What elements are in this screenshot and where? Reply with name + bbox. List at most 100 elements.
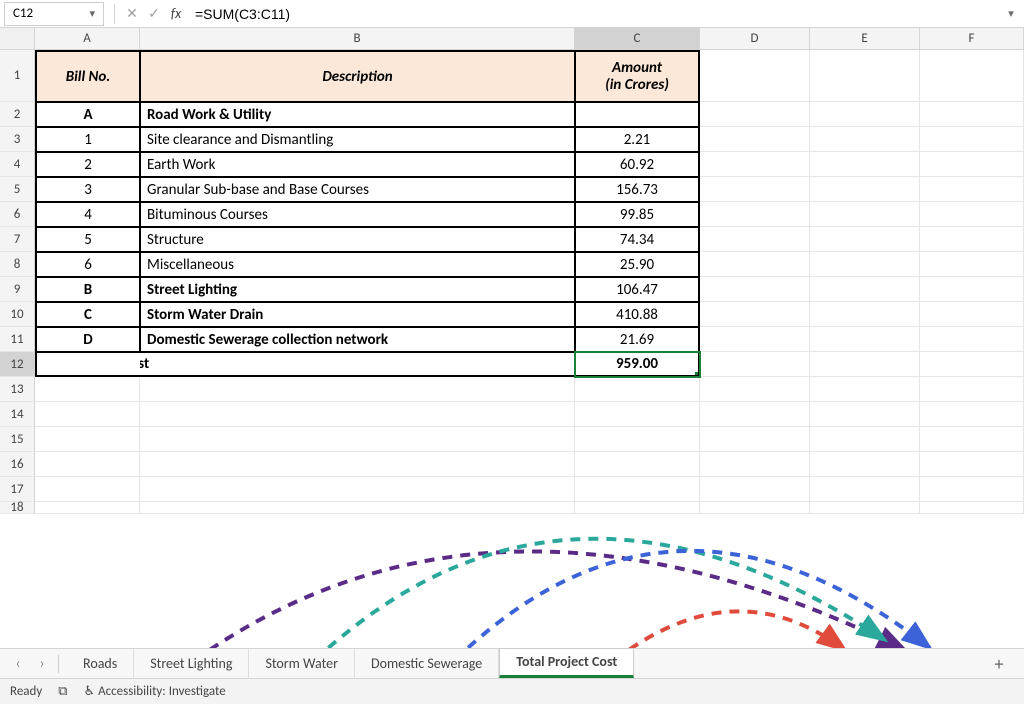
cell[interactable] [35,427,140,452]
cell[interactable]: Site clearance and Dismantling [140,127,575,152]
col-header-D[interactable]: D [700,28,810,49]
cell-A12[interactable] [35,352,140,377]
row-header[interactable]: 10 [0,302,35,327]
cell[interactable] [810,302,920,327]
cell[interactable] [140,402,575,427]
row-header[interactable]: 6 [0,202,35,227]
cell[interactable] [700,50,810,102]
cell[interactable] [140,377,575,402]
row-header[interactable]: 3 [0,127,35,152]
row-header[interactable]: 8 [0,252,35,277]
cell[interactable] [810,502,920,514]
cell[interactable] [700,502,810,514]
cell[interactable] [575,402,700,427]
cell[interactable] [920,102,1024,127]
cell[interactable] [575,102,700,127]
cell[interactable] [575,477,700,502]
cell[interactable] [810,402,920,427]
cell[interactable] [700,252,810,277]
row-header[interactable]: 12 [0,352,35,377]
cell[interactable]: Road Work & Utility [140,102,575,127]
cell[interactable] [140,452,575,477]
select-all-corner[interactable] [0,28,35,49]
cell[interactable]: Storm Water Drain [140,302,575,327]
cell[interactable]: 60.92 [575,152,700,177]
macro-icon[interactable]: ⧉ [58,684,67,699]
cell[interactable]: 410.88 [575,302,700,327]
row-header[interactable]: 9 [0,277,35,302]
cell[interactable]: 74.34 [575,227,700,252]
cell[interactable]: 2.21 [575,127,700,152]
row-header[interactable]: 14 [0,402,35,427]
cell-C12-active[interactable]: 959.00 [575,352,700,377]
sheet-tab[interactable]: Storm Water [249,649,355,679]
cell[interactable] [810,227,920,252]
cell[interactable] [920,427,1024,452]
cell[interactable] [700,327,810,352]
cell[interactable] [700,127,810,152]
row-header[interactable]: 1 [0,50,35,102]
cell[interactable] [920,377,1024,402]
row-header[interactable]: 5 [0,177,35,202]
cell[interactable]: 2 [35,152,140,177]
cell[interactable] [35,402,140,427]
cell[interactable]: 106.47 [575,277,700,302]
sheet-tab[interactable]: Total Project Cost [499,648,634,678]
cell[interactable] [920,352,1024,377]
cell[interactable] [810,452,920,477]
cell[interactable] [920,252,1024,277]
cell[interactable] [810,50,920,102]
col-header-A[interactable]: A [35,28,140,49]
cell[interactable]: Bituminous Courses [140,202,575,227]
col-header-C[interactable]: C [575,28,700,49]
cell[interactable] [575,427,700,452]
cell[interactable] [920,402,1024,427]
row-header[interactable]: 16 [0,452,35,477]
cell[interactable] [35,477,140,502]
row-header[interactable]: 17 [0,477,35,502]
cell[interactable]: 6 [35,252,140,277]
cell[interactable]: 156.73 [575,177,700,202]
cell[interactable] [920,302,1024,327]
cell[interactable] [700,427,810,452]
cell[interactable] [140,502,575,514]
cell[interactable] [810,427,920,452]
cell[interactable] [700,302,810,327]
cell[interactable]: 3 [35,177,140,202]
cell[interactable] [920,327,1024,352]
cell[interactable] [920,502,1024,514]
cell[interactable]: Miscellaneous [140,252,575,277]
cell[interactable] [810,252,920,277]
cell[interactable] [140,427,575,452]
row-header[interactable]: 15 [0,427,35,452]
cell[interactable] [575,452,700,477]
cell[interactable] [700,177,810,202]
cell[interactable] [700,477,810,502]
row-header[interactable]: 18 [0,502,35,514]
cell[interactable] [700,152,810,177]
cell[interactable]: Structure [140,227,575,252]
cancel-icon[interactable]: ✕ [121,3,143,25]
expand-formula-icon[interactable]: ▾ [998,7,1024,20]
cell[interactable] [810,377,920,402]
cell[interactable] [140,477,575,502]
formula-input[interactable] [187,2,998,26]
cell[interactable] [920,227,1024,252]
cell[interactable] [810,352,920,377]
cell[interactable]: D [35,327,140,352]
cell[interactable] [920,202,1024,227]
cell[interactable] [920,152,1024,177]
cell[interactable] [920,277,1024,302]
col-header-B[interactable]: B [140,28,575,49]
sheet-tab[interactable]: Roads [67,649,134,679]
row-header[interactable]: 7 [0,227,35,252]
cell[interactable] [920,477,1024,502]
cell[interactable] [810,202,920,227]
chevron-down-icon[interactable]: ▾ [89,7,95,20]
cell[interactable] [35,452,140,477]
cell[interactable] [700,377,810,402]
cell[interactable] [575,377,700,402]
cell[interactable]: 25.90 [575,252,700,277]
cell[interactable] [920,50,1024,102]
cell-B1[interactable]: Description [140,50,575,102]
